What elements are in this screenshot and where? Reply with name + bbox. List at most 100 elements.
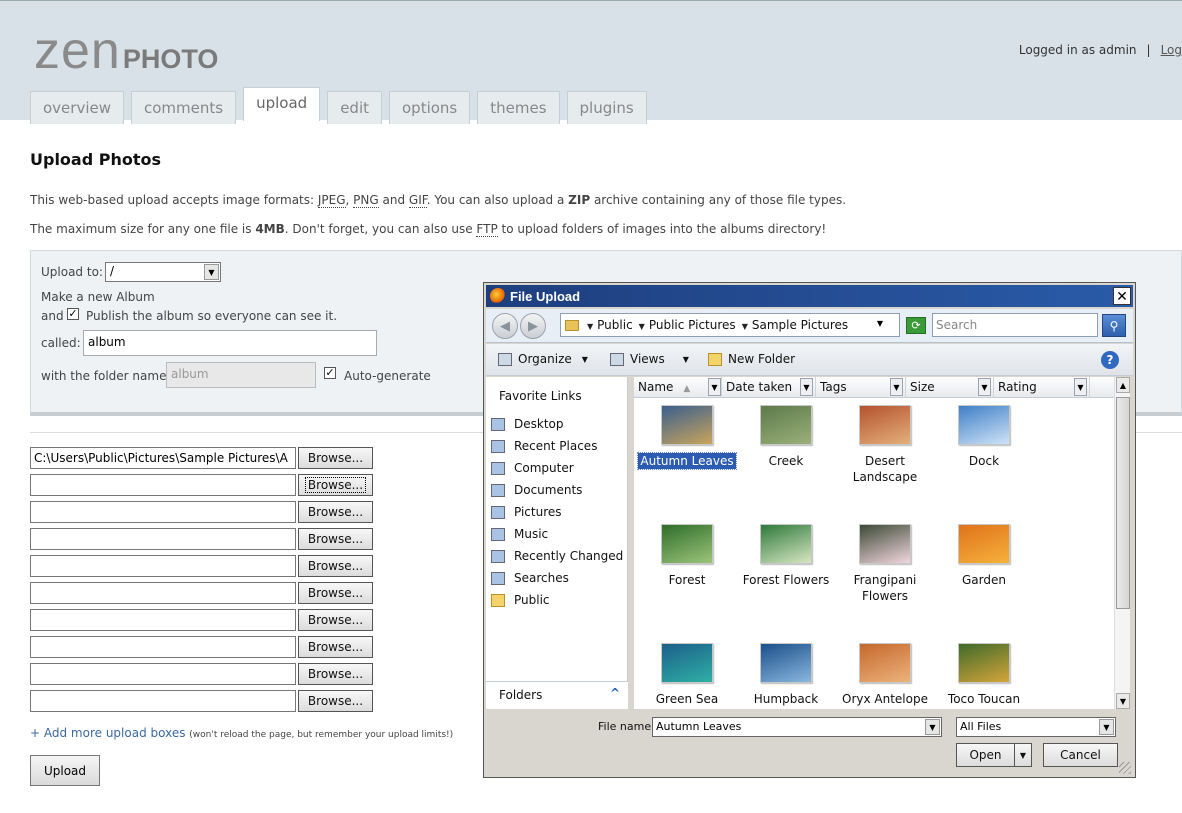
file-item[interactable]: Autumn Leaves [637,399,737,470]
browse-button[interactable]: Browse... [298,474,373,496]
sidebar-item-documents[interactable]: Documents [491,483,582,497]
tab-themes[interactable]: themes [477,91,560,124]
upload-button[interactable]: Upload [30,755,100,786]
chevron-down-icon[interactable]: ▼ [708,378,721,396]
browse-button[interactable]: Browse... [298,690,373,712]
sidebar-item-recently-changed[interactable]: Recently Changed [491,549,623,563]
file-path-input[interactable] [30,501,296,523]
file-item[interactable]: Toco Toucan [935,633,1033,707]
file-path-input[interactable] [30,582,296,604]
folder-name-input[interactable]: album [166,362,316,388]
browse-label: Browse... [307,586,364,600]
sidebar-item-pictures[interactable]: Pictures [491,505,562,519]
album-title-input[interactable]: album [83,330,377,356]
file-item[interactable]: Creek [737,399,835,469]
chevron-down-icon[interactable]: ▼ [978,378,991,396]
chevron-down-icon[interactable]: ▼ [890,378,903,396]
sidebar-item-searches[interactable]: Searches [491,571,569,585]
forward-arrow-icon[interactable]: ▶ [520,313,546,339]
file-item[interactable]: Dock [935,399,1033,469]
file-path-input[interactable] [30,609,296,631]
organize-menu[interactable]: Organize ▼ [498,352,588,366]
tab-comments[interactable]: comments [131,91,237,124]
file-path-input[interactable] [30,636,296,658]
file-path-input[interactable] [30,474,296,496]
file-item[interactable]: Forest Flowers [737,514,835,588]
resize-grip[interactable] [1119,762,1131,774]
zenphoto-logo[interactable]: zenPHOTO [34,21,218,81]
browse-button[interactable]: Browse... [298,447,373,469]
sidebar-item-recent-places[interactable]: Recent Places [491,439,597,453]
refresh-icon[interactable]: ⟳ [906,317,926,334]
max-size-text: 4MB [255,222,285,236]
browse-button[interactable]: Browse... [298,501,373,523]
browse-button[interactable]: Browse... [298,609,373,631]
tab-edit[interactable]: edit [327,91,382,124]
file-path-input[interactable] [30,663,296,685]
logout-link[interactable]: Log [1161,43,1182,57]
file-path-input[interactable] [30,555,296,577]
dialog-titlebar[interactable]: File Upload ✕ [486,285,1133,307]
file-type-select[interactable]: All Files ▼ [956,717,1116,737]
folder-icon [491,593,505,607]
back-arrow-icon[interactable]: ◀ [492,313,518,339]
vertical-scrollbar[interactable]: ▲ ▼ [1114,377,1130,709]
chevron-down-icon[interactable]: ▼ [925,719,940,735]
file-item[interactable]: Desert Landscape [836,399,934,485]
image-thumbnail [661,643,713,683]
open-options-dropdown[interactable]: ▼ [1014,743,1032,767]
sidebar-item-desktop[interactable]: Desktop [491,417,564,431]
chevron-down-icon[interactable]: ▼ [800,378,813,396]
scrollbar-thumb[interactable] [1116,397,1130,609]
tab-plugins[interactable]: plugins [566,91,647,124]
chevron-down-icon[interactable]: ▼ [1099,719,1114,735]
upload-to-select[interactable]: / ▼ [105,262,221,282]
file-path-input[interactable] [30,528,296,550]
new-folder-button[interactable]: New Folder [708,352,795,366]
sidebar-item-music[interactable]: Music [491,527,548,541]
tab-options[interactable]: options [389,91,471,124]
file-path-input[interactable] [30,690,296,712]
file-item[interactable]: Green Sea [638,633,736,707]
column-label: Date taken [726,380,793,394]
views-menu[interactable]: Views ▼ [610,352,689,366]
tab-overview[interactable]: overview [30,91,124,124]
search-input[interactable]: Search [932,313,1098,337]
open-button[interactable]: Open [956,743,1014,767]
sidebar-item-public[interactable]: Public [491,593,550,607]
file-path-input[interactable]: C:\Users\Public\Pictures\Sample Pictures… [30,447,296,469]
file-item[interactable]: Forest [638,514,736,588]
file-item[interactable]: Garden [935,514,1033,588]
chevron-down-icon[interactable]: ▼ [1074,378,1087,396]
tab-upload[interactable]: upload [243,87,321,121]
browse-button[interactable]: Browse... [298,582,373,604]
file-item[interactable]: Frangipani Flowers [836,514,934,604]
browse-button[interactable]: Browse... [298,555,373,577]
autogenerate-checkbox[interactable]: ✓ [324,367,336,379]
new-album-label: Make a new Album [41,290,155,304]
breadcrumb[interactable]: ▼ Public ▼ Public Pictures ▼ Sample Picture… [560,313,900,337]
breadcrumb-label: Public Pictures [648,318,736,332]
publish-checkbox[interactable]: ✓ [67,308,79,320]
file-name-input[interactable]: Autumn Leaves ▼ [652,717,942,737]
breadcrumb-item[interactable]: ▼ Public [587,318,633,332]
folders-toggle[interactable]: Folders ^ [486,681,628,709]
scroll-up-icon[interactable]: ▲ [1116,377,1130,393]
sidebar-item-label: Computer [514,461,574,475]
cancel-button[interactable]: Cancel [1043,743,1118,767]
file-item[interactable]: Humpback [737,633,835,707]
file-name: Oryx Antelope [842,692,928,706]
breadcrumb-item[interactable]: ▼ Sample Pictures [742,318,848,332]
chevron-down-icon[interactable]: ▼ [877,319,883,328]
add-more-boxes-link[interactable]: + Add more upload boxes (won't reload th… [30,726,453,740]
file-item[interactable]: Oryx Antelope [836,633,934,707]
browse-button[interactable]: Browse... [298,636,373,658]
browse-button[interactable]: Browse... [298,528,373,550]
sidebar-item-computer[interactable]: Computer [491,461,574,475]
search-icon[interactable]: ⚲ [1102,314,1126,337]
browse-button[interactable]: Browse... [298,663,373,685]
help-icon[interactable]: ? [1101,351,1119,369]
breadcrumb-item[interactable]: ▼ Public Pictures [639,318,736,332]
close-icon[interactable]: ✕ [1113,287,1131,305]
scroll-down-icon[interactable]: ▼ [1116,693,1130,709]
